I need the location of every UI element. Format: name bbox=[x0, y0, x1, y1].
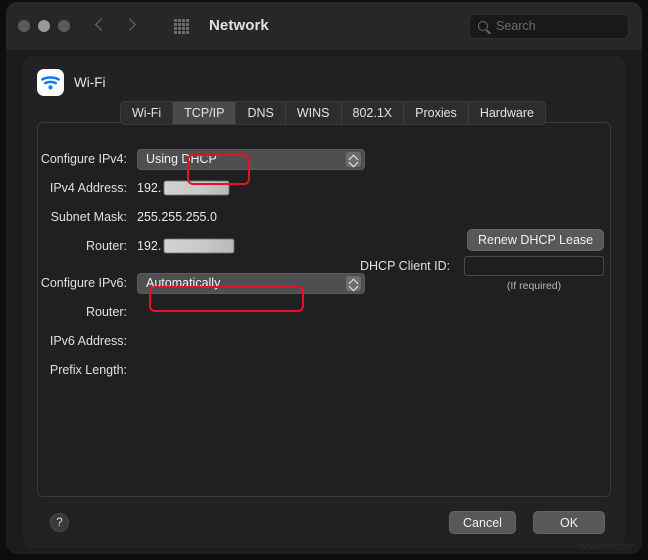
configure-ipv4-row: Configure IPv4: Using DHCP bbox=[23, 148, 365, 170]
zoom-button[interactable] bbox=[58, 20, 70, 32]
ipv6-router-row: Router: bbox=[23, 301, 137, 323]
ipv4-router-value-group: 192. bbox=[137, 239, 234, 253]
ipv4-router-label: Router: bbox=[23, 239, 127, 253]
chevron-updown-icon bbox=[346, 152, 361, 167]
search-field[interactable]: Search bbox=[469, 14, 629, 39]
tcpip-settings-sheet: Wi-Fi Wi-Fi TCP/IP DNS WINS 802.1X Proxi… bbox=[23, 56, 625, 548]
configure-ipv4-label: Configure IPv4: bbox=[23, 152, 127, 166]
watermark: wsxdn.com bbox=[579, 541, 636, 553]
chevron-updown-icon bbox=[346, 276, 361, 291]
ipv4-router-value: 192. bbox=[137, 239, 161, 253]
dhcp-client-id-label: DHCP Client ID: bbox=[360, 259, 450, 273]
ipv6-address-row: IPv6 Address: bbox=[23, 330, 137, 352]
ipv4-address-row: IPv4 Address: 192. bbox=[23, 177, 229, 199]
tab-wifi[interactable]: Wi-Fi bbox=[121, 102, 173, 124]
configure-ipv4-value: Using DHCP bbox=[146, 152, 217, 166]
ipv4-router-row: Router: 192. bbox=[23, 235, 234, 257]
subnet-mask-row: Subnet Mask: 255.255.255.0 bbox=[23, 206, 217, 228]
minimize-button[interactable] bbox=[38, 20, 50, 32]
tab-proxies[interactable]: Proxies bbox=[404, 102, 469, 124]
chevron-right-icon[interactable] bbox=[125, 15, 136, 37]
tab-tcpip[interactable]: TCP/IP bbox=[173, 102, 236, 124]
window-controls bbox=[18, 20, 70, 32]
search-icon bbox=[478, 21, 488, 31]
page-title: Network bbox=[209, 17, 269, 34]
search-placeholder: Search bbox=[496, 19, 536, 33]
tab-hardware[interactable]: Hardware bbox=[469, 102, 545, 124]
close-button[interactable] bbox=[18, 20, 30, 32]
help-button[interactable]: ? bbox=[50, 513, 69, 532]
cancel-button[interactable]: Cancel bbox=[449, 511, 516, 534]
ipv4-address-label: IPv4 Address: bbox=[23, 181, 127, 195]
navigation-buttons bbox=[96, 15, 136, 37]
prefix-length-row: Prefix Length: bbox=[23, 359, 137, 381]
grid-apps-icon[interactable] bbox=[174, 19, 189, 34]
prefix-length-label: Prefix Length: bbox=[23, 363, 127, 377]
chevron-left-icon[interactable] bbox=[96, 15, 107, 37]
dhcp-client-id-input[interactable] bbox=[464, 256, 604, 276]
ipv4-address-value-group: 192. bbox=[137, 181, 229, 195]
dhcp-client-id-hint: (If required) bbox=[464, 280, 604, 292]
configure-ipv6-select[interactable]: Automatically bbox=[137, 273, 365, 294]
configure-ipv6-label: Configure IPv6: bbox=[23, 276, 127, 290]
ipv4-router-redaction bbox=[164, 239, 234, 253]
subnet-mask-value: 255.255.255.0 bbox=[137, 210, 217, 224]
configure-ipv6-value: Automatically bbox=[146, 276, 220, 290]
tcpip-form: Configure IPv4: Using DHCP IPv4 Address:… bbox=[23, 56, 625, 548]
ipv6-router-label: Router: bbox=[23, 305, 127, 319]
ipv4-address-value: 192. bbox=[137, 181, 161, 195]
ipv6-address-label: IPv6 Address: bbox=[23, 334, 127, 348]
tab-wins[interactable]: WINS bbox=[286, 102, 342, 124]
renew-dhcp-lease-button[interactable]: Renew DHCP Lease bbox=[467, 229, 604, 251]
ok-button[interactable]: OK bbox=[533, 511, 605, 534]
configure-ipv4-select[interactable]: Using DHCP bbox=[137, 149, 365, 170]
subnet-mask-label: Subnet Mask: bbox=[23, 210, 127, 224]
network-preferences-window: Network Search Wi-Fi Wi-Fi TCP/IP DNS WI… bbox=[6, 2, 642, 554]
tab-bar: Wi-Fi TCP/IP DNS WINS 802.1X Proxies Har… bbox=[120, 101, 546, 125]
title-bar: Network Search bbox=[6, 2, 642, 51]
tab-8021x[interactable]: 802.1X bbox=[342, 102, 405, 124]
configure-ipv6-row: Configure IPv6: Automatically bbox=[23, 272, 365, 294]
ipv4-address-redaction bbox=[164, 181, 229, 195]
tab-dns[interactable]: DNS bbox=[236, 102, 285, 124]
